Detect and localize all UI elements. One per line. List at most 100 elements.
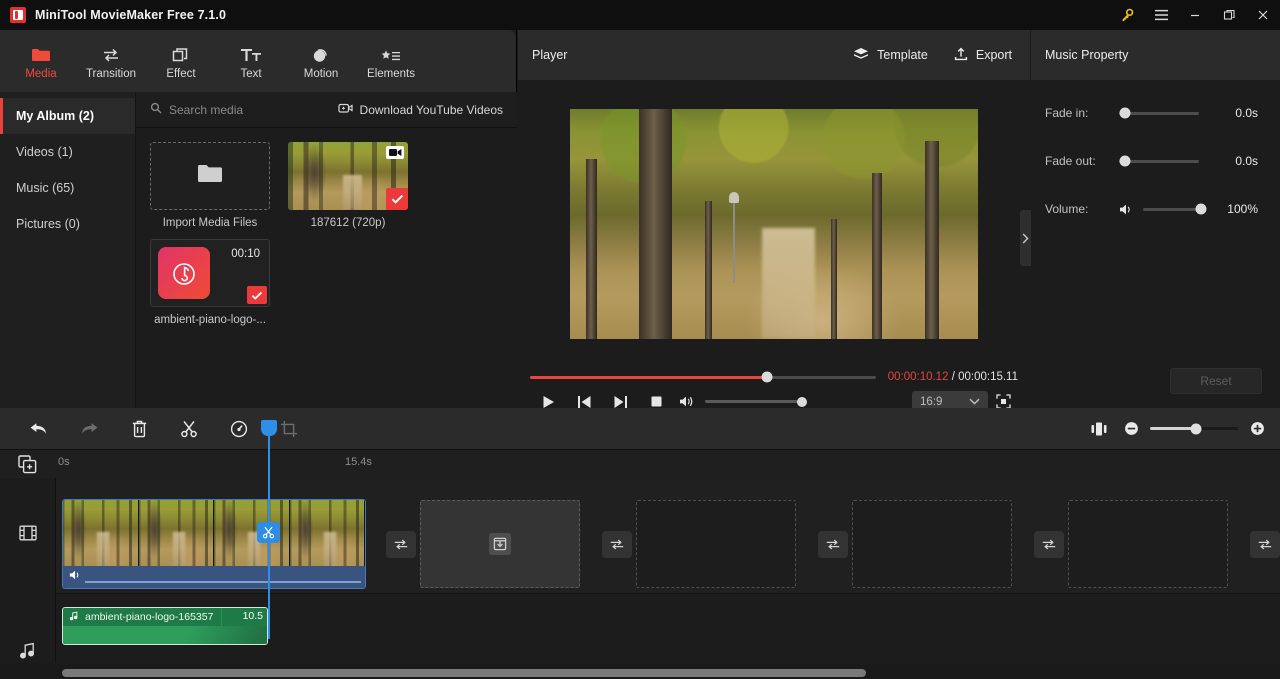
media-placeholder-4[interactable] bbox=[1068, 500, 1228, 588]
audio-selected-check-icon[interactable] bbox=[247, 286, 267, 304]
template-label: Template bbox=[877, 48, 928, 62]
search-input[interactable]: Search media bbox=[150, 101, 243, 119]
undo-button[interactable] bbox=[14, 408, 64, 450]
export-upload-icon bbox=[954, 47, 968, 64]
split-button[interactable] bbox=[164, 408, 214, 450]
fade-out-value: 0.0s bbox=[1235, 154, 1258, 168]
fade-out-slider[interactable] bbox=[1119, 155, 1199, 167]
download-youtube-button[interactable]: Download YouTube Videos bbox=[337, 102, 503, 117]
media-item-audio-label: ambient-piano-logo-... bbox=[154, 314, 266, 326]
media-item-video[interactable]: 187612 (720p) bbox=[288, 142, 408, 229]
video-clip[interactable] bbox=[62, 499, 366, 589]
transition-slot-5[interactable] bbox=[1250, 531, 1280, 558]
video-track[interactable] bbox=[56, 478, 1280, 594]
media-placeholder-3[interactable] bbox=[852, 500, 1012, 588]
tab-media[interactable]: Media bbox=[6, 33, 76, 89]
zoom-out-button[interactable] bbox=[1122, 408, 1140, 450]
tree-trunks bbox=[570, 108, 978, 339]
fit-timeline-icon[interactable] bbox=[1086, 408, 1112, 450]
folder-icon bbox=[31, 43, 51, 63]
tab-elements[interactable]: Elements bbox=[356, 33, 426, 89]
seek-bar[interactable] bbox=[530, 371, 876, 383]
transition-slot-1[interactable] bbox=[386, 531, 416, 558]
audio-clip-divider bbox=[221, 608, 222, 626]
volume-handle[interactable] bbox=[797, 396, 807, 407]
category-music[interactable]: Music (65) bbox=[0, 170, 135, 206]
maximize-button[interactable] bbox=[1212, 0, 1246, 30]
transition-slot-4[interactable] bbox=[1034, 531, 1064, 558]
playhead-handle[interactable] bbox=[261, 420, 277, 436]
tab-effect-label: Effect bbox=[166, 67, 196, 80]
tab-motion[interactable]: Motion bbox=[286, 33, 356, 89]
media-item-video-label: 187612 (720p) bbox=[310, 217, 386, 229]
media-placeholder-2[interactable] bbox=[636, 500, 796, 588]
license-key-icon[interactable] bbox=[1110, 0, 1144, 30]
add-media-to-timeline-icon[interactable] bbox=[18, 455, 37, 479]
playhead[interactable] bbox=[257, 420, 280, 639]
zoom-in-button[interactable] bbox=[1248, 408, 1266, 450]
category-pictures[interactable]: Pictures (0) bbox=[0, 206, 135, 242]
hamburger-menu-icon[interactable] bbox=[1144, 0, 1178, 30]
transition-slot-3[interactable] bbox=[818, 531, 848, 558]
export-button[interactable]: Export bbox=[954, 47, 1012, 64]
fade-in-handle[interactable] bbox=[1119, 107, 1131, 119]
speed-button[interactable] bbox=[214, 408, 264, 450]
transition-slot-2[interactable] bbox=[602, 531, 632, 558]
current-time: 00:00:10.12 bbox=[887, 371, 949, 383]
player-header: Player Template Export bbox=[518, 30, 1030, 80]
scrollbar-thumb[interactable] bbox=[62, 669, 866, 677]
audio-clip[interactable]: ambient-piano-logo-165357 10.5 bbox=[62, 607, 268, 645]
category-videos-label: Videos (1) bbox=[16, 145, 73, 159]
media-item-audio[interactable]: 00:10 ambient-piano-logo-... bbox=[150, 239, 270, 326]
import-media-dropzone[interactable] bbox=[150, 142, 270, 210]
video-track-icon bbox=[19, 524, 37, 547]
window-title: MiniTool MovieMaker Free 7.1.0 bbox=[35, 8, 227, 22]
tab-text[interactable]: Text bbox=[216, 33, 286, 89]
media-placeholder-1[interactable] bbox=[420, 500, 580, 588]
volume-slider[interactable] bbox=[705, 396, 807, 407]
tab-transition[interactable]: Transition bbox=[76, 33, 146, 89]
category-my-album[interactable]: My Album (2) bbox=[0, 98, 135, 134]
close-button[interactable] bbox=[1246, 0, 1280, 30]
zoom-handle[interactable] bbox=[1190, 423, 1202, 434]
music-speaker-icon[interactable] bbox=[1119, 203, 1134, 216]
street-lamp bbox=[729, 191, 740, 284]
timeline-horizontal-scrollbar[interactable] bbox=[0, 667, 1280, 679]
category-pictures-label: Pictures (0) bbox=[16, 217, 80, 231]
fade-out-label: Fade out: bbox=[1045, 154, 1096, 168]
fade-in-slider[interactable] bbox=[1119, 107, 1199, 119]
reset-button[interactable]: Reset bbox=[1170, 368, 1262, 394]
audio-clip-waveform bbox=[63, 626, 267, 644]
collapse-panel-toggle[interactable] bbox=[1020, 210, 1031, 266]
seek-handle[interactable] bbox=[761, 371, 773, 383]
tab-effect[interactable]: Effect bbox=[146, 33, 216, 89]
split-at-playhead-button[interactable] bbox=[257, 522, 280, 543]
music-volume-handle[interactable] bbox=[1195, 203, 1207, 215]
volume-value: 100% bbox=[1227, 202, 1258, 216]
app-logo-icon bbox=[10, 7, 26, 23]
minimize-button[interactable] bbox=[1178, 0, 1212, 30]
timeline-ruler[interactable]: 0s 15.4s bbox=[0, 450, 1280, 478]
template-button[interactable]: Template bbox=[853, 47, 928, 64]
clip-mute-icon[interactable] bbox=[69, 568, 82, 586]
seek-row: 00:00:10.12 / 00:00:15.11 bbox=[518, 367, 1030, 387]
video-preview[interactable] bbox=[570, 108, 978, 339]
audio-track[interactable]: ambient-piano-logo-165357 10.5 bbox=[56, 594, 1280, 663]
category-videos[interactable]: Videos (1) bbox=[0, 134, 135, 170]
fade-in-value: 0.0s bbox=[1235, 106, 1258, 120]
music-volume-slider[interactable] bbox=[1143, 203, 1207, 215]
clip-frame bbox=[63, 500, 139, 566]
category-music-label: Music (65) bbox=[16, 181, 75, 195]
audio-thumbnail[interactable]: 00:10 bbox=[150, 239, 270, 307]
redo-button[interactable] bbox=[64, 408, 114, 450]
import-media-cell[interactable]: Import Media Files bbox=[150, 142, 270, 229]
delete-button[interactable] bbox=[114, 408, 164, 450]
fade-out-handle[interactable] bbox=[1119, 155, 1131, 167]
insert-media-icon[interactable] bbox=[489, 533, 511, 555]
fade-in-label: Fade in: bbox=[1045, 106, 1089, 120]
media-thumbnail[interactable] bbox=[288, 142, 408, 210]
media-selected-check-icon[interactable] bbox=[386, 188, 408, 210]
timeline-zoom-slider[interactable] bbox=[1150, 423, 1238, 434]
total-time: 00:00:15.11 bbox=[958, 371, 1018, 383]
tab-media-label: Media bbox=[25, 67, 57, 80]
